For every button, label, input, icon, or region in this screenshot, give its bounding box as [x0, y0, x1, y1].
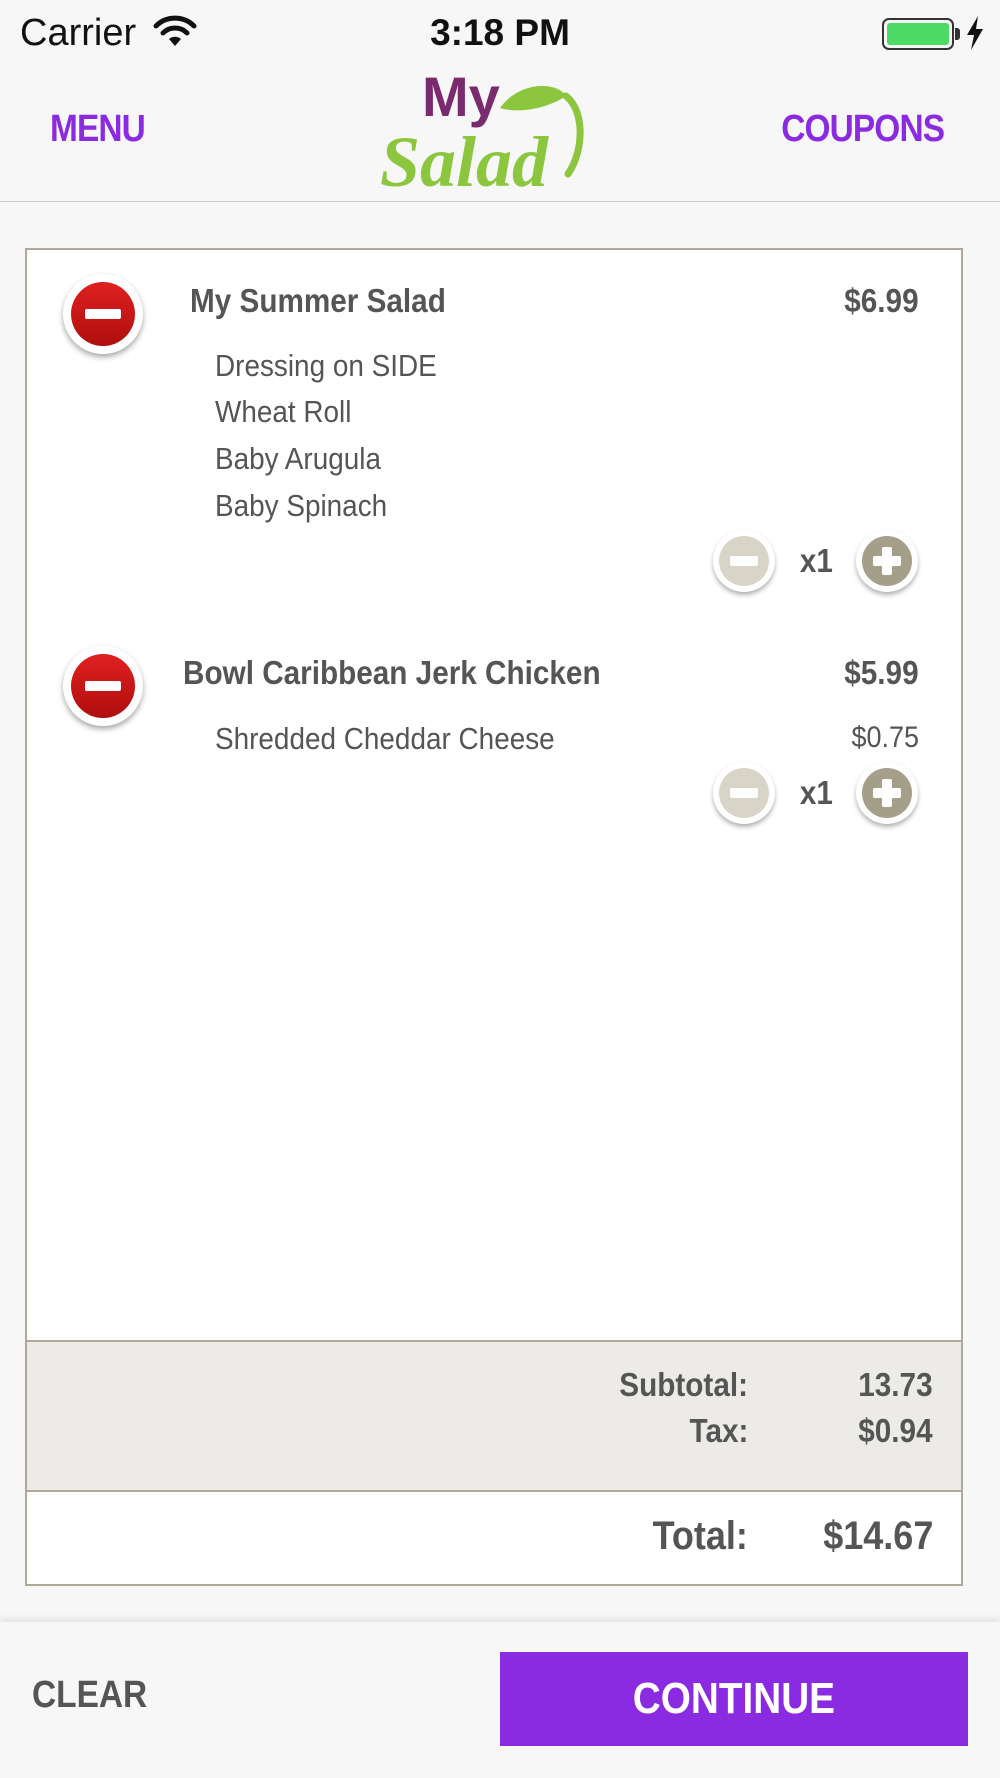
nav-bar: MENU My Salad COUPONS [0, 64, 1000, 202]
status-time: 3:18 PM [430, 12, 570, 53]
item-quantity: x1 [799, 774, 833, 811]
tax-value: $0.94 [858, 1412, 933, 1449]
plus-icon [862, 536, 912, 586]
my-salad-logo: My Salad [380, 66, 584, 196]
clear-button[interactable]: CLEAR [32, 1674, 147, 1717]
continue-button-label: CONTINUE [632, 1674, 836, 1723]
total-label: Total: [652, 1514, 748, 1558]
increase-quantity-button[interactable] [856, 762, 918, 824]
item-modifier-price: $0.75 [851, 721, 919, 754]
remove-item-icon [71, 282, 135, 346]
subtotal-label: Subtotal: [619, 1366, 748, 1403]
item-name: Bowl Caribbean Jerk Chicken [183, 654, 601, 691]
total-section: Total: $14.67 [27, 1492, 961, 1584]
minus-icon [719, 536, 769, 586]
item-modifier: Wheat Roll [215, 394, 352, 429]
remove-item-button[interactable] [63, 274, 143, 354]
decrease-quantity-button[interactable] [713, 530, 775, 592]
logo-salad-text: Salad [380, 122, 549, 196]
item-price: $5.99 [844, 654, 919, 691]
plus-icon [862, 768, 912, 818]
item-modifier: Dressing on SIDE [215, 348, 437, 383]
continue-button[interactable]: CONTINUE [500, 1652, 968, 1746]
subtotal-tax-section: Subtotal: 13.73 Tax: $0.94 [27, 1340, 961, 1492]
order-items-list: My Summer Salad $6.99 Dressing on SIDE W… [27, 250, 961, 1340]
remove-item-button[interactable] [63, 646, 143, 726]
menu-button[interactable]: MENU [50, 108, 146, 151]
bottom-action-bar: CLEAR CONTINUE [0, 1622, 1000, 1778]
coupons-button[interactable]: COUPONS [781, 108, 945, 151]
status-bar: Carrier 3:18 PM [0, 0, 1000, 64]
total-value: $14.67 [822, 1514, 933, 1558]
battery-icon [882, 18, 954, 50]
item-name: My Summer Salad [190, 282, 446, 319]
remove-item-icon [71, 654, 135, 718]
logo-my-text: My [422, 66, 500, 128]
order-summary-card: My Summer Salad $6.99 Dressing on SIDE W… [25, 248, 963, 1586]
item-quantity: x1 [799, 542, 833, 579]
item-price: $6.99 [844, 282, 919, 319]
item-modifier: Baby Arugula [215, 441, 381, 476]
battery-tip [955, 28, 960, 40]
item-modifier: Shredded Cheddar Cheese [215, 721, 555, 756]
minus-icon [719, 768, 769, 818]
tax-label: Tax: [689, 1412, 748, 1449]
increase-quantity-button[interactable] [856, 530, 918, 592]
charging-bolt-icon [967, 16, 983, 50]
item-modifier: Baby Spinach [215, 488, 388, 523]
decrease-quantity-button[interactable] [713, 762, 775, 824]
subtotal-value: 13.73 [858, 1366, 933, 1403]
